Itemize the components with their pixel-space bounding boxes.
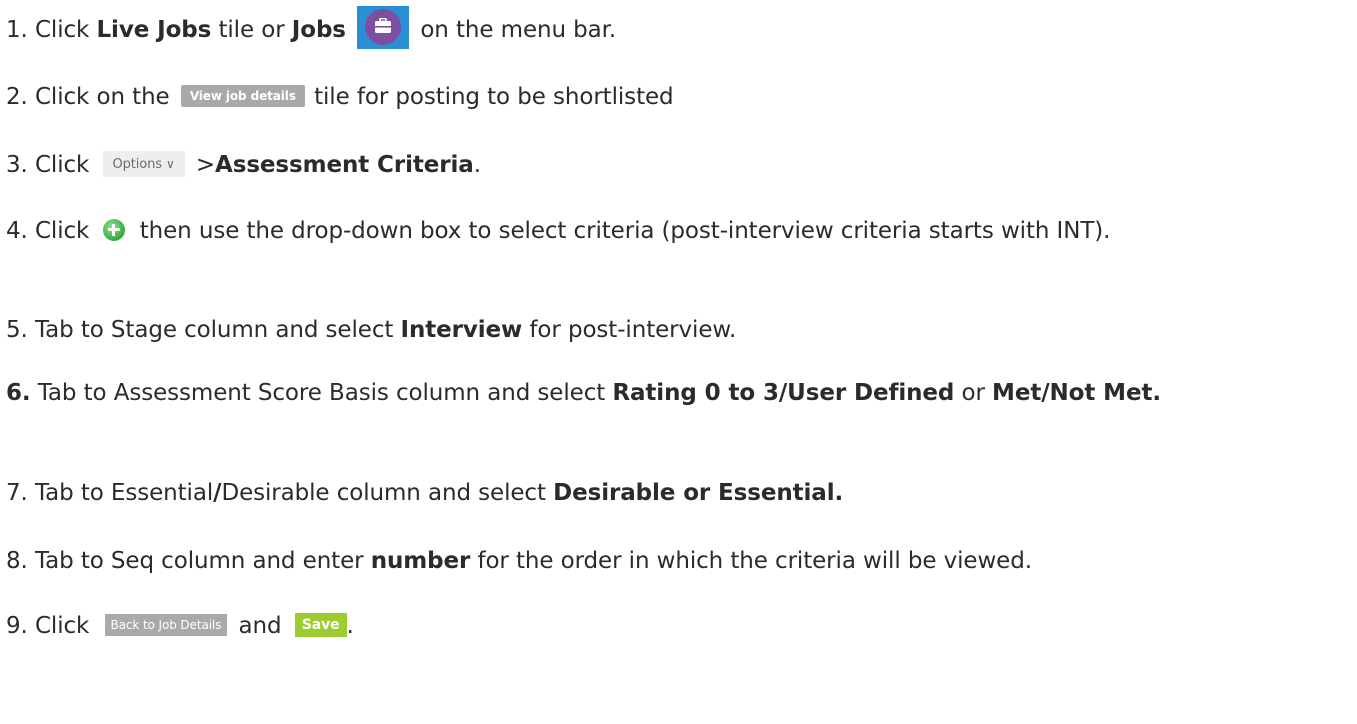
step-text: Click on the [34,84,177,110]
step-text: Click [34,17,97,43]
step-text: Tab to Assessment Score Basis column and… [37,380,613,406]
jobs-label: Jobs [291,17,346,43]
step-text: tile for posting to be shortlisted [306,84,674,110]
interview-label: Interview [400,317,523,343]
options-dropdown-button[interactable]: Options ∨ [102,150,185,177]
step-number: 2. [6,84,28,110]
step-number: 4. [6,218,28,244]
step-number: 9. [6,613,28,639]
step-text: Tab to Essential [34,480,214,506]
view-job-details-button[interactable]: View job details [180,84,305,107]
step-text: Desirable column and select [221,480,554,506]
step-text: and [231,613,289,639]
step-8: 8. Tab to Seq column and enter number fo… [6,546,1032,577]
step-text: Tab to Seq column and enter [34,548,371,574]
rating-label: Rating 0 to 3/User Defined [612,380,955,406]
step-text: for the order in which the criteria will… [470,548,1032,574]
step-text: . [473,152,481,178]
step-text: Click [34,218,97,244]
step-number: 1. [6,17,28,43]
number-label: number [370,548,471,574]
step-3: 3. Click Options ∨ >Assessment Criteria. [6,150,481,181]
met-not-met-label: Met/Not Met. [992,380,1161,406]
assessment-criteria-label: Assessment Criteria [215,152,474,178]
options-label: Options [112,156,163,172]
step-4: 4. Click then use the drop-down box to s… [6,216,1341,247]
step-text: . [346,613,354,639]
step-number: 7. [6,480,28,506]
desirable-essential-label: Desirable or Essential. [553,480,844,506]
jobs-menu-button[interactable] [357,6,410,49]
step-text: for post-interview. [522,317,737,343]
step-text: or [954,380,993,406]
step-text: tile or [211,17,292,43]
step-7: 7. Tab to Essential/Desirable column and… [6,478,843,509]
step-text: Click [34,152,97,178]
chevron-down-icon: ∨ [165,156,175,171]
step-number: 3. [6,152,28,178]
step-6: 6. Tab to Assessment Score Basis column … [6,378,1341,409]
step-text: > [188,152,216,178]
live-jobs-label: Live Jobs [96,17,212,43]
save-button[interactable]: Save [294,612,347,637]
step-number: 6. [6,380,31,406]
step-text: Click [34,613,97,639]
step-2: 2. Click on the View job details tile fo… [6,82,674,113]
step-text: Tab to Stage column and select [34,317,401,343]
step-text: on the menu bar. [413,17,617,43]
step-5: 5. Tab to Stage column and select Interv… [6,315,736,346]
back-to-job-details-button[interactable]: Back to Job Details [104,613,228,636]
step-number: 5. [6,317,28,343]
step-number: 8. [6,548,28,574]
step-9: 9. Click Back to Job Details and Save. [6,611,354,642]
briefcase-icon [375,18,392,33]
step-1: 1. Click Live Jobs tile or Jobs on the m… [6,6,617,49]
step-text: then use the drop-down box to select cri… [132,218,1111,244]
add-circle-icon[interactable] [102,218,125,241]
